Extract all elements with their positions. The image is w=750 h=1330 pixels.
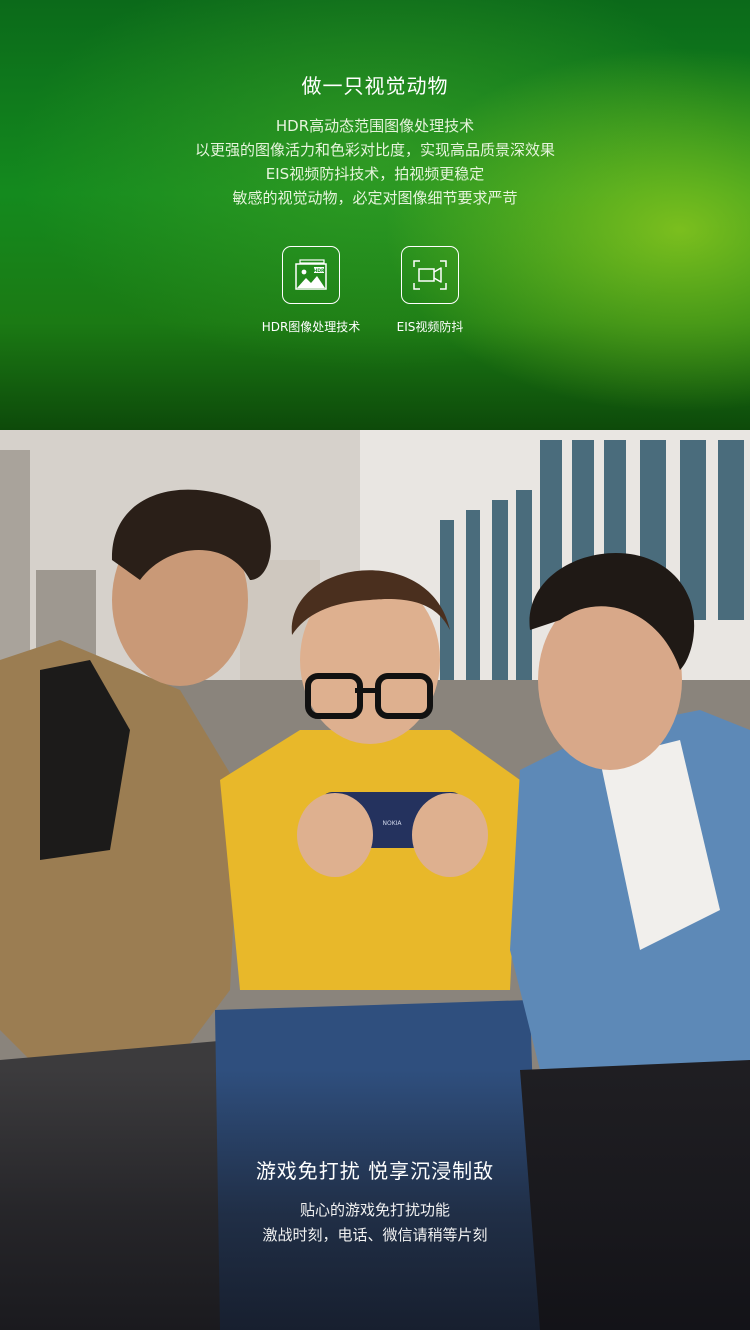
- hdr-image-icon: HDR: [282, 246, 340, 304]
- vision-line: 敏感的视觉动物，必定对图像细节要求严苛: [232, 189, 518, 207]
- vision-feature-panel: 做一只视觉动物 HDR高动态范围图像处理技术 以更强的图像活力和色彩对比度，实现…: [0, 0, 750, 430]
- vision-description: HDR高动态范围图像处理技术 以更强的图像活力和色彩对比度，实现高品质景深效果 …: [0, 114, 750, 210]
- product-page: 做一只视觉动物 HDR高动态范围图像处理技术 以更强的图像活力和色彩对比度，实现…: [0, 0, 750, 1330]
- feature-hdr: HDR HDR图像处理技术: [251, 246, 371, 335]
- feature-eis: EIS视频防抖: [370, 246, 490, 335]
- vision-line: EIS视频防抖技术，拍视频更稳定: [265, 165, 485, 183]
- vision-line: 以更强的图像活力和色彩对比度，实现高品质景深效果: [194, 141, 555, 159]
- hdr-badge-text: HDR: [313, 268, 325, 274]
- feature-eis-label: EIS视频防抖: [396, 320, 464, 334]
- vision-title: 做一只视觉动物: [301, 74, 449, 98]
- gaming-line: 贴心的游戏免打扰功能: [299, 1201, 450, 1219]
- feature-hdr-label: HDR图像处理技术: [261, 320, 361, 334]
- gaming-line: 激战时刻，电话、微信请稍等片刻: [262, 1226, 488, 1244]
- vision-line: HDR高动态范围图像处理技术: [275, 117, 475, 135]
- gaming-description: 贴心的游戏免打扰功能 激战时刻，电话、微信请稍等片刻: [0, 1198, 750, 1248]
- video-stabilization-icon: [401, 246, 459, 304]
- phone-brand-text: NOKIA: [382, 820, 402, 827]
- gaming-photo-section: NOKIA 游戏免打扰 悦享沉浸制敌 贴心的游戏免打扰功能 激战时刻，电话、微信…: [0, 430, 750, 1330]
- gaming-title: 游戏免打扰 悦享沉浸制敌: [255, 1159, 495, 1183]
